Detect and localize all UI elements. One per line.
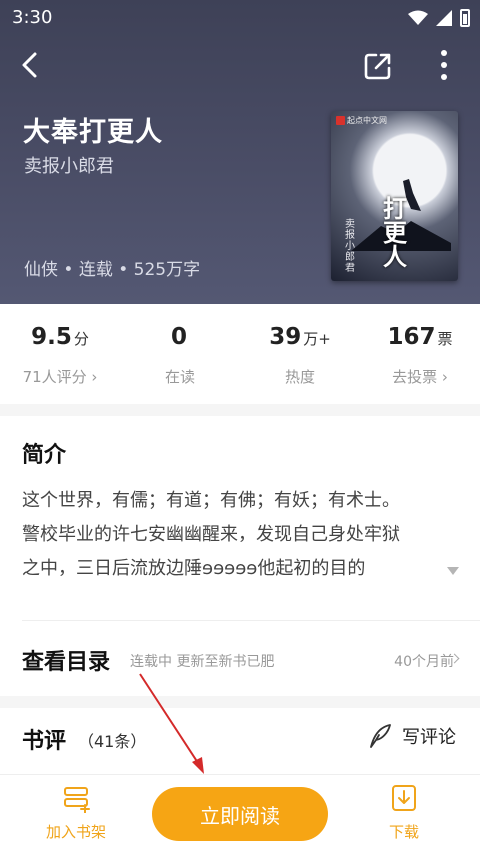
intro-text[interactable]: 这个世界，有儒；有道；有佛；有妖；有术士。 警校毕业的许七安幽幽醒来，发现自己身… bbox=[22, 484, 452, 586]
share-icon[interactable] bbox=[362, 50, 394, 82]
vote-label: 去投票 › bbox=[392, 368, 448, 386]
pen-icon bbox=[370, 724, 391, 748]
download-button[interactable]: 下载 bbox=[364, 783, 444, 842]
section-divider bbox=[0, 696, 480, 708]
intro-line: 之中，三日后流放边陲ɘɘɘɘɘ他起初的目的 bbox=[22, 558, 366, 579]
publisher-logo bbox=[336, 116, 345, 125]
cover-title: 打更人 bbox=[383, 194, 407, 271]
bottom-action-bar: 加入书架 立即阅读 下载 bbox=[0, 774, 480, 852]
add-to-shelf-label: 加入书架 bbox=[45, 823, 106, 841]
write-review-label: 写评论 bbox=[402, 727, 456, 748]
book-cover[interactable]: 起点中文网 卖报小郎君 打更人 bbox=[331, 111, 458, 281]
status-bar: 3:30 bbox=[0, 0, 480, 34]
cover-publisher: 起点中文网 bbox=[347, 116, 387, 125]
write-review-button[interactable]: 写评论 bbox=[368, 722, 456, 750]
book-meta: 仙侠 • 连载 • 525万字 bbox=[24, 260, 201, 280]
intro-line: 这个世界，有儒；有道；有佛；有妖；有术士。 bbox=[22, 490, 400, 511]
vote-value: 167 票 bbox=[387, 324, 453, 350]
more-icon[interactable] bbox=[432, 48, 456, 82]
battery-icon bbox=[460, 9, 470, 27]
stats-row: 9.5 分 71人评分 › 0 在读 39 万+ 热度 167 票 去投票 › bbox=[0, 304, 480, 404]
cover-author: 卖报小郎君 bbox=[345, 219, 355, 274]
divider-line bbox=[22, 620, 480, 621]
book-author[interactable]: 卖报小郎君 bbox=[24, 152, 114, 178]
rating-value: 9.5 分 bbox=[31, 324, 89, 350]
status-time: 3:30 bbox=[12, 7, 53, 28]
vote-stat[interactable]: 167 票 去投票 › bbox=[360, 304, 480, 404]
intro-line: 警校毕业的许七安幽幽醒来，发现自己身处牢狱 bbox=[22, 524, 400, 545]
status-icons bbox=[408, 9, 470, 27]
reading-stat: 0 在读 bbox=[120, 304, 240, 404]
book-title: 大奉打更人 bbox=[23, 117, 163, 148]
section-divider bbox=[0, 404, 480, 416]
catalog-updated: 40个月前 bbox=[394, 654, 454, 670]
reviews-heading: 书评 bbox=[22, 729, 67, 754]
reading-label: 在读 bbox=[164, 368, 195, 386]
heat-label: 热度 bbox=[284, 368, 315, 386]
download-icon bbox=[392, 785, 416, 811]
rating-stat[interactable]: 9.5 分 71人评分 › bbox=[0, 304, 120, 404]
signal-icon bbox=[436, 10, 452, 26]
book-header: 3:30 大奉打更人 卖报小郎君 仙侠 • 连载 • 525万字 起点中文网 卖… bbox=[0, 0, 480, 304]
rating-label: 71人评分 › bbox=[22, 368, 98, 386]
back-icon[interactable] bbox=[16, 50, 46, 80]
reviews-count: （41条） bbox=[78, 732, 147, 751]
download-label: 下载 bbox=[388, 823, 419, 841]
catalog-heading: 查看目录 bbox=[22, 650, 111, 675]
expand-down-icon[interactable] bbox=[446, 566, 460, 576]
add-to-shelf-button[interactable]: 加入书架 bbox=[36, 783, 116, 842]
heat-stat: 39 万+ 热度 bbox=[240, 304, 360, 404]
reading-value: 0 bbox=[170, 324, 187, 350]
catalog-status: 连载中 更新至新书已肥 bbox=[130, 654, 275, 670]
bookshelf-icon bbox=[64, 787, 90, 814]
heat-value: 39 万+ bbox=[269, 324, 331, 350]
read-now-button[interactable]: 立即阅读 bbox=[152, 787, 328, 841]
intro-heading: 简介 bbox=[22, 443, 67, 468]
catalog-row[interactable]: 查看目录 连载中 更新至新书已肥 40个月前 bbox=[0, 622, 480, 696]
wifi-icon bbox=[408, 10, 428, 25]
